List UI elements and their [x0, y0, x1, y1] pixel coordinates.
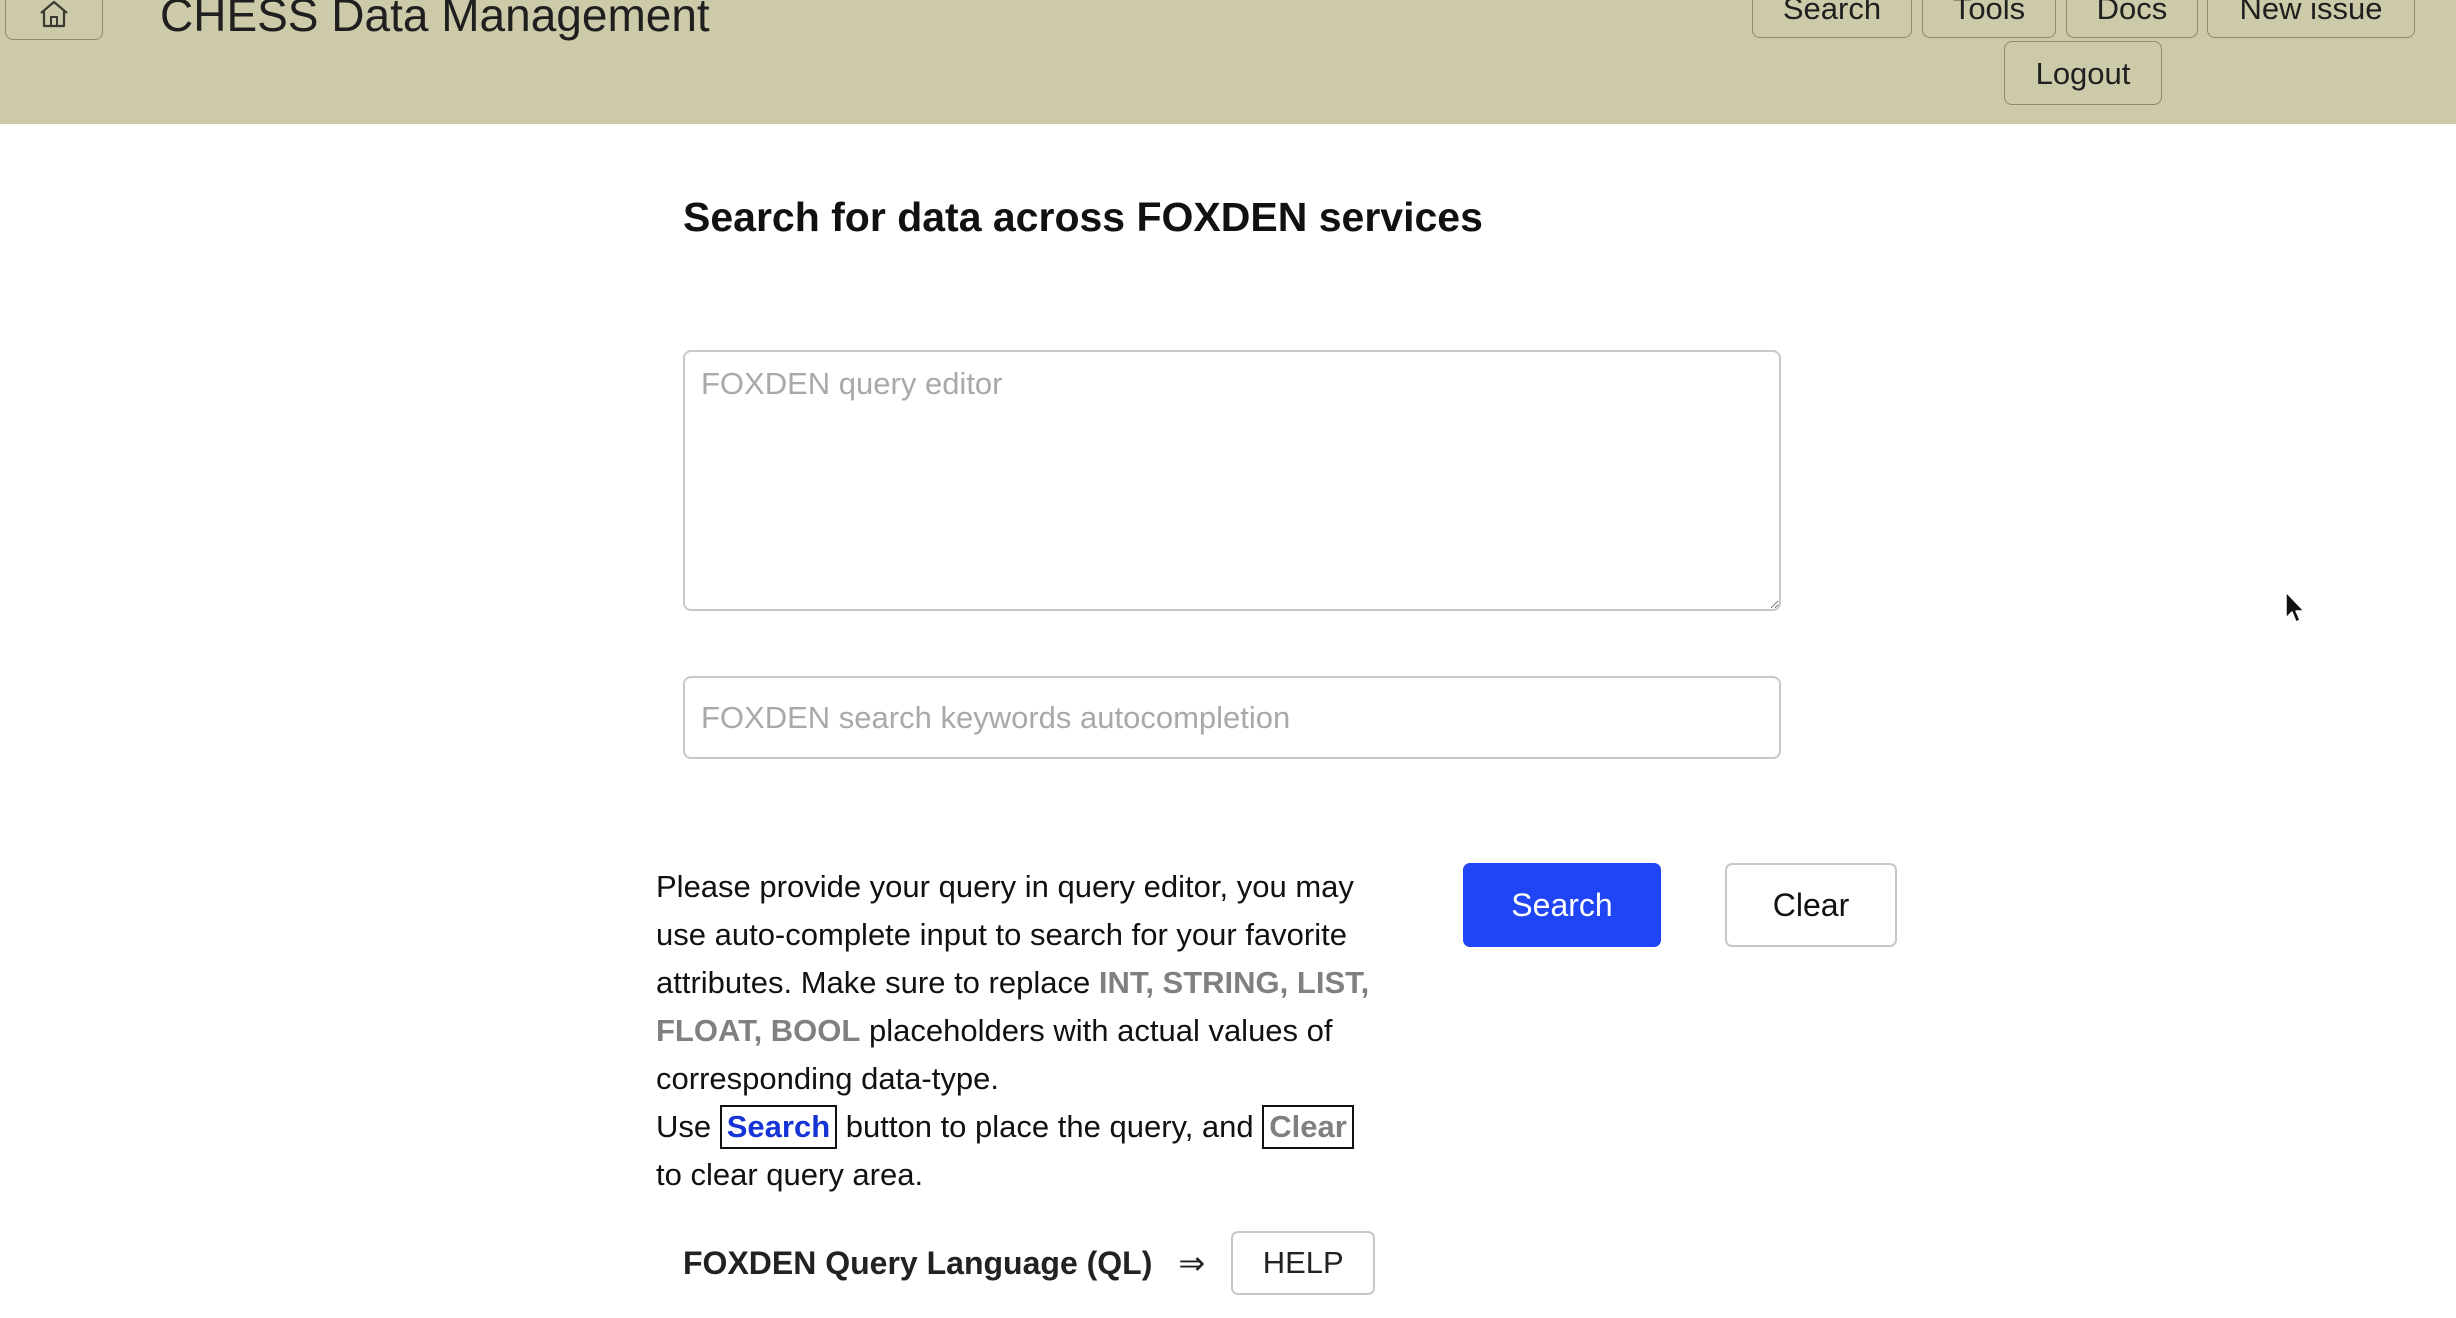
nav-docs-button[interactable]: Docs: [2066, 0, 2198, 38]
home-icon: [37, 0, 71, 34]
mouse-cursor-icon: [2284, 590, 2308, 626]
instructions-use: Use: [656, 1109, 720, 1144]
inline-search-label: Search: [719, 1105, 838, 1149]
nav-tools-button[interactable]: Tools: [1922, 0, 2056, 38]
instructions-end: to clear query area.: [656, 1157, 924, 1192]
logout-button[interactable]: Logout: [2004, 41, 2162, 105]
search-button[interactable]: Search: [1463, 863, 1661, 947]
right-arrow-icon: ⇒: [1178, 1245, 1206, 1281]
query-editor[interactable]: [683, 350, 1781, 611]
help-button[interactable]: HELP: [1231, 1231, 1376, 1295]
nav-search-button[interactable]: Search: [1752, 0, 1912, 38]
top-navbar: CHESS Data Management Search Tools Docs …: [0, 0, 2456, 124]
query-language-label: FOXDEN Query Language (QL): [683, 1244, 1153, 1281]
page-title: Search for data across FOXDEN services: [683, 194, 1483, 240]
instructions-text: Please provide your query in query edito…: [656, 863, 1401, 1199]
app-title: CHESS Data Management: [160, 0, 710, 41]
keywords-autocomplete-input[interactable]: [683, 676, 1781, 759]
inline-clear-label: Clear: [1262, 1105, 1354, 1149]
instructions-middle: button to place the query, and: [837, 1109, 1263, 1144]
home-button[interactable]: [5, 0, 103, 40]
clear-button[interactable]: Clear: [1725, 863, 1897, 947]
query-language-row: FOXDEN Query Language (QL) ⇒ HELP: [683, 1231, 1376, 1295]
nav-new-issue-button[interactable]: New issue: [2207, 0, 2415, 38]
